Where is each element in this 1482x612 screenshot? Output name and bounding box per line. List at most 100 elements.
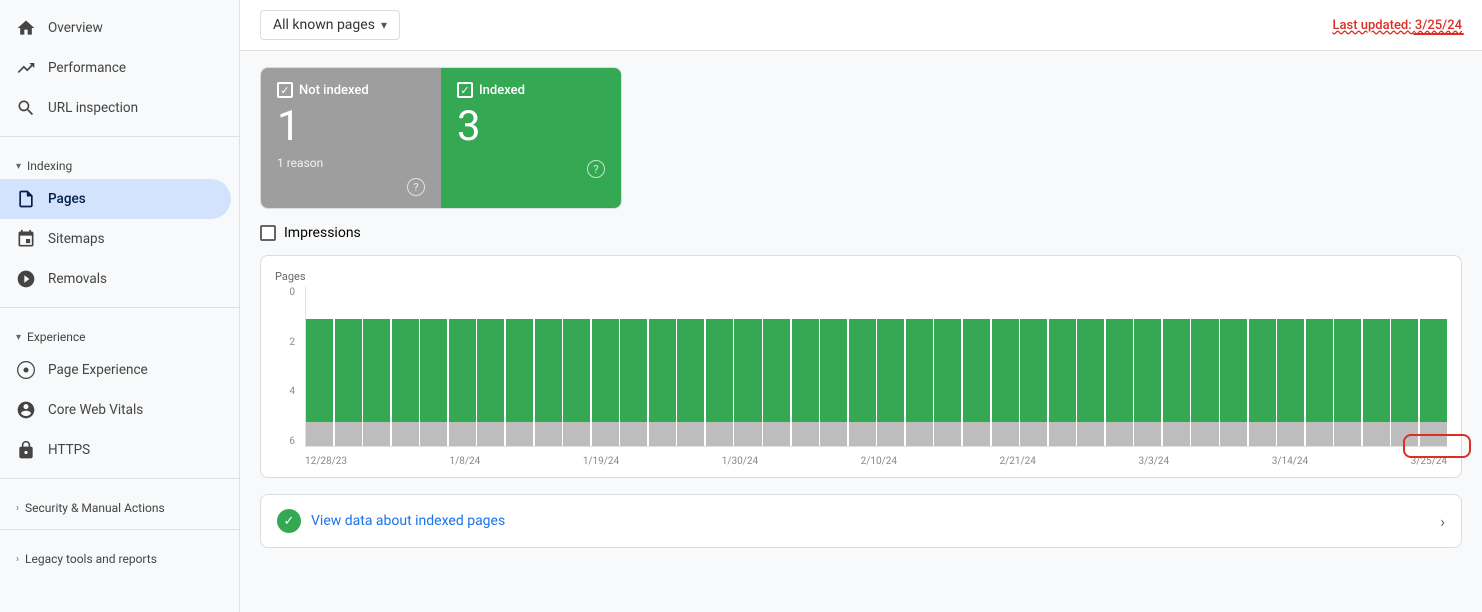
- view-indexed-text: View data about indexed pages: [311, 513, 505, 529]
- bar-group: [1191, 287, 1218, 446]
- bar-green: [820, 319, 847, 422]
- home-icon: [16, 18, 36, 38]
- bar-group: [734, 287, 761, 446]
- chevron-right-icon-legacy: ›: [16, 554, 19, 565]
- sidebar-url-inspection-label: URL inspection: [48, 100, 138, 116]
- impressions-row: Impressions: [260, 225, 1462, 241]
- indexing-section-header[interactable]: ▾ Indexing: [0, 145, 239, 179]
- view-indexed-left: ✓ View data about indexed pages: [277, 509, 505, 533]
- core-web-vitals-icon: [16, 400, 36, 420]
- bar-group: [1391, 287, 1418, 446]
- divider-4: [0, 529, 239, 530]
- bar-green: [1191, 319, 1218, 422]
- legacy-section-header[interactable]: › Legacy tools and reports: [0, 538, 239, 572]
- sitemaps-icon: [16, 229, 36, 249]
- bar-green: [306, 319, 333, 422]
- sidebar-item-page-experience[interactable]: Page Experience: [0, 350, 231, 390]
- dropdown-chevron-icon: ▾: [381, 18, 387, 32]
- indexed-help-icon[interactable]: ?: [587, 160, 605, 178]
- bar-green: [963, 319, 990, 422]
- bar-group: [820, 287, 847, 446]
- sidebar-item-https[interactable]: HTTPS: [0, 430, 231, 470]
- not-indexed-help-icon[interactable]: ?: [407, 178, 425, 196]
- sidebar-item-overview[interactable]: Overview: [0, 8, 231, 48]
- security-section-header[interactable]: › Security & Manual Actions: [0, 487, 239, 521]
- sidebar-performance-label: Performance: [48, 60, 126, 76]
- bar-green: [677, 319, 704, 422]
- bar-gray: [592, 422, 619, 446]
- bar-group: [1220, 287, 1247, 446]
- indexed-count: 3: [457, 106, 605, 148]
- bar-gray: [734, 422, 761, 446]
- bar-green: [1306, 319, 1333, 422]
- not-indexed-checkbox[interactable]: [277, 82, 293, 98]
- bar-gray: [477, 422, 504, 446]
- divider-1: [0, 136, 239, 137]
- bar-green: [335, 319, 362, 422]
- indexed-checkbox[interactable]: [457, 82, 473, 98]
- x-label-8: 3/25/24: [1411, 456, 1447, 467]
- bar-gray: [649, 422, 676, 446]
- bar-green: [449, 319, 476, 422]
- not-indexed-card[interactable]: Not indexed 1 1 reason ?: [261, 68, 441, 208]
- bar-group: [1334, 287, 1361, 446]
- pages-icon: [16, 189, 36, 209]
- bar-green: [849, 319, 876, 422]
- bar-green: [363, 319, 390, 422]
- experience-section-label: Experience: [27, 330, 86, 344]
- bar-group: [563, 287, 590, 446]
- bar-group: [992, 287, 1019, 446]
- bar-group: [1363, 287, 1390, 446]
- bar-gray: [820, 422, 847, 446]
- bar-green: [877, 319, 904, 422]
- bar-green: [392, 319, 419, 422]
- impressions-checkbox[interactable]: [260, 225, 276, 241]
- bar-gray: [677, 422, 704, 446]
- bar-group: [363, 287, 390, 446]
- last-updated-date: 3/25/24: [1415, 18, 1462, 33]
- main-content: All known pages ▾ Last updated: 3/25/24 …: [240, 0, 1482, 612]
- bar-gray: [849, 422, 876, 446]
- x-label-7: 3/14/24: [1272, 456, 1308, 467]
- bar-green: [649, 319, 676, 422]
- sidebar-overview-label: Overview: [48, 20, 103, 36]
- bar-gray: [1363, 422, 1390, 446]
- removals-icon: [16, 269, 36, 289]
- sidebar-item-removals[interactable]: Removals: [0, 259, 231, 299]
- x-label-6: 3/3/24: [1138, 456, 1169, 467]
- sidebar-item-performance[interactable]: Performance: [0, 48, 231, 88]
- chart-container: Pages 6 4 2 0 12/28/23 1/8/24 1/19/24: [260, 255, 1462, 478]
- bar-gray: [1220, 422, 1247, 446]
- y-label-2: 2: [275, 337, 299, 348]
- chevron-right-icon: ›: [1440, 512, 1445, 531]
- bar-gray: [792, 422, 819, 446]
- indexed-card[interactable]: Indexed 3 ?: [441, 68, 621, 208]
- content-area: Not indexed 1 1 reason ? Indexed 3 ?: [240, 51, 1482, 612]
- y-label-6: 6: [275, 436, 299, 447]
- bar-group: [934, 287, 961, 446]
- bar-group: [763, 287, 790, 446]
- bar-group: [420, 287, 447, 446]
- bar-green: [992, 319, 1019, 422]
- x-label-1: 1/8/24: [450, 456, 481, 467]
- indexing-section-label: Indexing: [27, 159, 72, 173]
- sidebar-item-core-web-vitals[interactable]: Core Web Vitals: [0, 390, 231, 430]
- bar-group: [1134, 287, 1161, 446]
- bar-group: [677, 287, 704, 446]
- sidebar-item-sitemaps[interactable]: Sitemaps: [0, 219, 231, 259]
- bar-group: [535, 287, 562, 446]
- bar-green: [1420, 319, 1447, 422]
- sidebar-sitemaps-label: Sitemaps: [48, 231, 105, 247]
- not-indexed-sub: 1 reason: [277, 156, 425, 170]
- view-indexed-row[interactable]: ✓ View data about indexed pages ›: [260, 494, 1462, 548]
- sidebar-item-pages[interactable]: Pages: [0, 179, 231, 219]
- indexed-footer: ?: [457, 160, 605, 178]
- sidebar-item-url-inspection[interactable]: URL inspection: [0, 88, 231, 128]
- bar-gray: [1077, 422, 1104, 446]
- bar-green: [1363, 319, 1390, 422]
- chart-plot: [305, 287, 1447, 447]
- bar-group: [335, 287, 362, 446]
- chart-area: 6 4 2 0 12/28/23 1/8/24 1/19/24 1/30/24 …: [275, 287, 1447, 467]
- all-known-pages-dropdown[interactable]: All known pages ▾: [260, 10, 400, 40]
- experience-section-header[interactable]: ▾ Experience: [0, 316, 239, 350]
